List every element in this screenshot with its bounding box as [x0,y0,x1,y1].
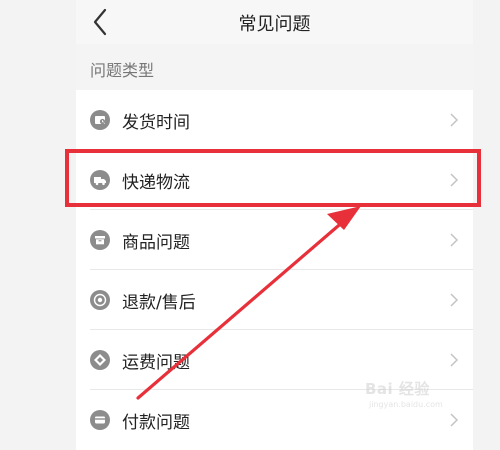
chevron-right-icon [450,353,459,367]
delivery-time-icon [90,110,110,130]
list-item-product-issue[interactable]: 商品问题 [76,210,473,270]
list-item-express-logistics[interactable]: 快递物流 [76,150,473,210]
list-item-label: 发货时间 [122,113,190,133]
chevron-right-icon [450,233,459,247]
section-label: 问题类型 [90,61,155,80]
list-item-label: 付款问题 [122,413,190,433]
list-item-label: 运费问题 [122,353,190,373]
watermark-url: jingyan.baidu.com [369,400,443,409]
truck-icon [90,170,110,190]
top-navigation-bar: 常见问题 [76,0,473,44]
list-item-refund-after-sales[interactable]: 退款/售后 [76,270,473,330]
page-title: 常见问题 [238,14,311,35]
product-box-icon [90,230,110,250]
chevron-right-icon [450,113,459,127]
phone-screen: 常见问题 问题类型 发货时间 快递物流 商品问题 退款/售后 运费问题 付款问题 [76,0,473,450]
shipping-fee-icon [90,350,110,370]
chevron-right-icon [450,173,459,187]
watermark: Bai 经验 jingyan.baidu.com [355,378,475,418]
payment-icon [90,410,110,430]
list-item-label: 退款/售后 [122,293,196,313]
chevron-right-icon [450,293,459,307]
refund-icon [90,290,110,310]
watermark-logo: Bai 经验 [365,380,430,398]
list-item-delivery-time[interactable]: 发货时间 [76,90,473,150]
list-item-label: 商品问题 [122,233,190,253]
list-item-label: 快递物流 [122,173,190,193]
